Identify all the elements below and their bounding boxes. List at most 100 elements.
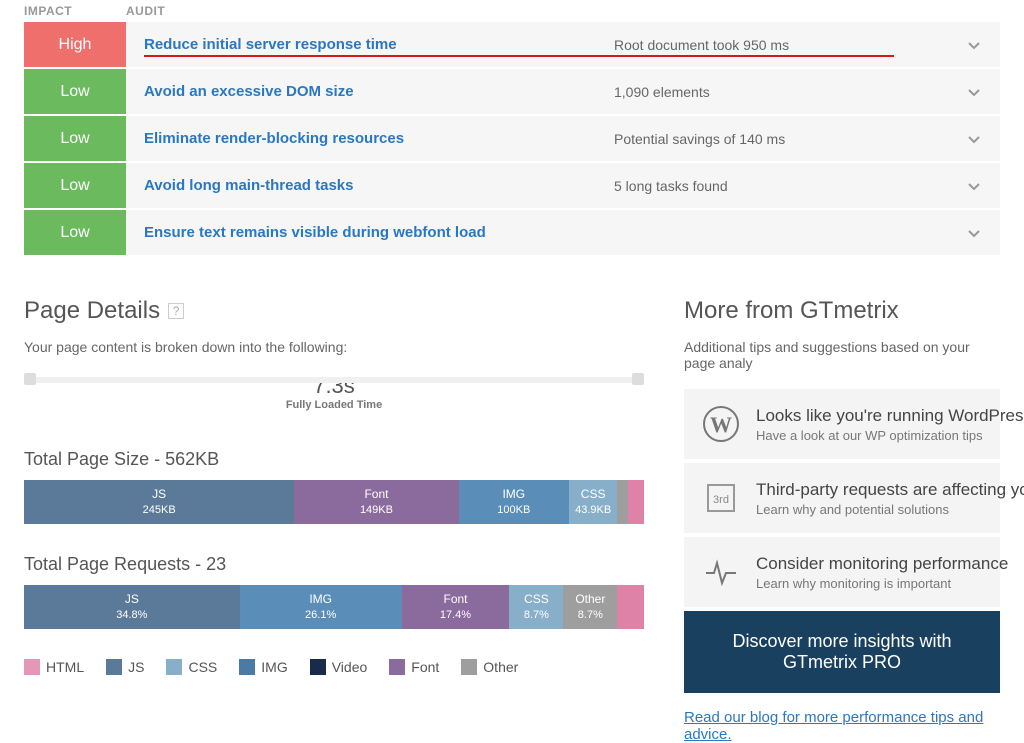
fully-loaded-label: Fully Loaded Time: [24, 399, 644, 411]
audit-row[interactable]: Low Eliminate render-blocking resources …: [24, 116, 1000, 161]
legend-label: CSS: [188, 659, 217, 675]
bar-segment[interactable]: JS34.8%: [24, 585, 240, 629]
tip-desc: Have a look at our WP optimization tips: [756, 428, 1024, 443]
tip-title: Third-party requests are affecting your …: [756, 480, 1024, 500]
page-details-desc: Your page content is broken down into th…: [24, 339, 644, 355]
legend-item: IMG: [239, 659, 287, 675]
legend-label: JS: [128, 659, 144, 675]
bar-segment[interactable]: IMG100KB: [459, 480, 569, 524]
sidebar-heading: More from GTmetrix: [684, 297, 1000, 325]
audit-detail: 1,090 elements: [614, 84, 982, 100]
impact-badge: High: [24, 22, 126, 67]
audit-detail: Potential savings of 140 ms: [614, 131, 982, 147]
tip-title: Consider monitoring performance: [756, 554, 1008, 574]
legend-item: CSS: [166, 659, 217, 675]
page-size-title: Total Page Size - 562KB: [24, 449, 644, 470]
legend-swatch: [310, 659, 326, 675]
legend-swatch: [106, 659, 122, 675]
impact-badge: Low: [24, 210, 126, 255]
tip-card[interactable]: 3rd Third-party requests are affecting y…: [684, 463, 1000, 533]
bar-segment[interactable]: CSS8.7%: [509, 585, 563, 629]
audit-content: Ensure text remains visible during webfo…: [126, 210, 1000, 255]
fully-loaded-timeline: 7.3s Fully Loaded Time: [24, 373, 644, 427]
header-impact: IMPACT: [24, 4, 126, 18]
bar-segment[interactable]: Font149KB: [294, 480, 458, 524]
pro-banner[interactable]: Discover more insights with GTmetrix PRO: [684, 611, 1000, 693]
legend-item: JS: [106, 659, 144, 675]
blog-link[interactable]: Read our blog for more performance tips …: [684, 709, 1000, 743]
legend-label: HTML: [46, 659, 84, 675]
tip-title: Looks like you're running WordPress: [756, 406, 1024, 426]
page-details-panel: Page Details ? Your page content is brok…: [24, 297, 644, 743]
tip-desc: Learn why monitoring is important: [756, 576, 1008, 591]
legend-swatch: [24, 659, 40, 675]
audit-content: Eliminate render-blocking resources Pote…: [126, 116, 1000, 161]
bar-segment[interactable]: [628, 480, 644, 524]
legend-label: Other: [483, 659, 518, 675]
bar-segment[interactable]: IMG26.1%: [240, 585, 402, 629]
bar-segment[interactable]: Other8.7%: [563, 585, 617, 629]
bar-segment[interactable]: Font17.4%: [402, 585, 510, 629]
page-requests-chart: JS34.8%IMG26.1%Font17.4%CSS8.7%Other8.7%: [24, 585, 644, 629]
impact-badge: Low: [24, 163, 126, 208]
audit-detail: 5 long tasks found: [614, 178, 982, 194]
highlight-underline: [144, 55, 894, 57]
legend-item: Other: [461, 659, 518, 675]
svg-text:3rd: 3rd: [713, 494, 729, 506]
audit-content: Reduce initial server response time Root…: [126, 22, 1000, 67]
legend-label: Font: [411, 659, 439, 675]
chevron-down-icon[interactable]: [966, 37, 982, 53]
page-details-heading: Page Details ?: [24, 297, 644, 325]
page-details-title: Page Details: [24, 297, 160, 325]
audit-title[interactable]: Avoid an excessive DOM size: [144, 83, 614, 100]
chart-legend: HTML JS CSS IMG Video Font Other: [24, 659, 644, 675]
chevron-down-icon[interactable]: [966, 178, 982, 194]
audit-row[interactable]: Low Avoid an excessive DOM size 1,090 el…: [24, 69, 1000, 114]
audit-table: IMPACT AUDIT High Reduce initial server …: [0, 0, 1024, 255]
pulse-icon: [702, 553, 740, 591]
legend-item: Video: [310, 659, 368, 675]
bar-segment[interactable]: [617, 585, 644, 629]
header-audit: AUDIT: [126, 4, 165, 18]
tip-card[interactable]: W Looks like you're running WordPress Ha…: [684, 389, 1000, 459]
audit-title[interactable]: Reduce initial server response time: [144, 36, 614, 53]
page-requests-title: Total Page Requests - 23: [24, 554, 644, 575]
legend-swatch: [461, 659, 477, 675]
audit-row[interactable]: Low Avoid long main-thread tasks 5 long …: [24, 163, 1000, 208]
legend-swatch: [239, 659, 255, 675]
chevron-down-icon[interactable]: [966, 225, 982, 241]
audit-content: Avoid long main-thread tasks 5 long task…: [126, 163, 1000, 208]
chevron-down-icon[interactable]: [966, 131, 982, 147]
svg-text:W: W: [710, 412, 732, 437]
audit-row[interactable]: Low Ensure text remains visible during w…: [24, 210, 1000, 255]
tip-card[interactable]: Consider monitoring performance Learn wh…: [684, 537, 1000, 607]
bar-segment[interactable]: JS245KB: [24, 480, 294, 524]
more-from-gtmetrix-panel: More from GTmetrix Additional tips and s…: [684, 297, 1000, 743]
legend-item: HTML: [24, 659, 84, 675]
audit-content: Avoid an excessive DOM size 1,090 elemen…: [126, 69, 1000, 114]
impact-badge: Low: [24, 116, 126, 161]
audit-detail: Root document took 950 ms: [614, 37, 982, 53]
third-icon: 3rd: [702, 479, 740, 517]
tip-body: Looks like you're running WordPress Have…: [756, 406, 1024, 443]
tip-body: Consider monitoring performance Learn wh…: [756, 554, 1008, 591]
tip-desc: Learn why and potential solutions: [756, 502, 1024, 517]
audit-title[interactable]: Eliminate render-blocking resources: [144, 130, 614, 147]
legend-label: Video: [332, 659, 368, 675]
tip-body: Third-party requests are affecting your …: [756, 480, 1024, 517]
audit-title[interactable]: Ensure text remains visible during webfo…: [144, 224, 614, 241]
wordpress-icon: W: [702, 405, 740, 443]
audit-title[interactable]: Avoid long main-thread tasks: [144, 177, 614, 194]
legend-swatch: [389, 659, 405, 675]
legend-swatch: [166, 659, 182, 675]
page-size-chart: JS245KBFont149KBIMG100KBCSS43.9KB: [24, 480, 644, 524]
bar-segment[interactable]: [617, 480, 628, 524]
chevron-down-icon[interactable]: [966, 84, 982, 100]
audit-header-row: IMPACT AUDIT: [24, 0, 1000, 22]
impact-badge: Low: [24, 69, 126, 114]
bar-segment[interactable]: CSS43.9KB: [569, 480, 617, 524]
help-icon[interactable]: ?: [168, 303, 184, 319]
sidebar-desc: Additional tips and suggestions based on…: [684, 339, 1000, 371]
legend-label: IMG: [261, 659, 287, 675]
audit-row[interactable]: High Reduce initial server response time…: [24, 22, 1000, 67]
